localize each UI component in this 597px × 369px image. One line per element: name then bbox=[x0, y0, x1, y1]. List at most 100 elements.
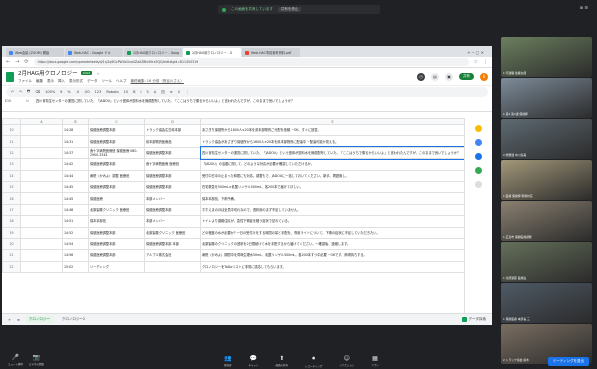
row-number[interactable]: 17 bbox=[2, 203, 21, 217]
cell[interactable] bbox=[20, 158, 63, 171]
cell-from[interactable]: リーディング bbox=[88, 260, 145, 274]
cell[interactable] bbox=[20, 249, 63, 262]
mute-button[interactable]: 🎤 ミュート解除 bbox=[8, 354, 23, 366]
row-number[interactable]: 10 bbox=[2, 123, 21, 137]
row-number[interactable]: 16 bbox=[2, 192, 21, 205]
back-icon[interactable]: ← bbox=[6, 59, 10, 65]
cell-content[interactable]: 病院（かみよ）期間中を同時生理水50mL、乳酸リンゲル500mL。各200本すつ… bbox=[200, 249, 464, 262]
cell-to[interactable]: アルプル株式会社 bbox=[144, 249, 201, 262]
meet-icon[interactable]: ▣ bbox=[445, 72, 453, 81]
address-bar[interactable]: https://docs.google.com/spreadsheets/d/1… bbox=[33, 58, 469, 66]
toolbar-button[interactable]: 田 bbox=[161, 90, 165, 95]
browser-tab[interactable]: Web-HAC事前参考資料.pdf bbox=[242, 48, 300, 57]
menu-item[interactable]: 挿入 bbox=[58, 79, 65, 84]
row-number[interactable]: 12 bbox=[2, 146, 21, 160]
cell-time[interactable]: 14:52 bbox=[62, 226, 89, 239]
cell-time[interactable]: 14:44 bbox=[62, 169, 89, 182]
cell-from[interactable]: 保健医療調整本部 bbox=[88, 123, 145, 137]
cell-content[interactable]: 「JADOU」の活動に関して、どのような対応が必要か確認していただけるか。 bbox=[200, 158, 464, 171]
cell-to[interactable]: 本部メンバー bbox=[144, 192, 201, 205]
cell-content[interactable]: 北原製薬のクリニックの透析を2日間続けて水を手配するから届けてください。～確認後… bbox=[200, 237, 464, 251]
cell[interactable] bbox=[20, 203, 63, 217]
toolbar-button[interactable]: I bbox=[141, 90, 142, 94]
cell-time[interactable]: 14:42 bbox=[62, 158, 89, 171]
cell[interactable] bbox=[20, 215, 63, 228]
cell-to[interactable]: トラック協会広島県本部 bbox=[144, 123, 201, 137]
all-sheets-icon[interactable]: ≡ bbox=[17, 318, 20, 322]
participant-tile[interactable]: 1 行政職 佐藤太郎 bbox=[501, 37, 592, 77]
cell-time[interactable]: 14:48 bbox=[62, 203, 89, 217]
forward-icon[interactable]: → bbox=[15, 59, 19, 65]
toolbar-button[interactable]: 🖶 bbox=[27, 89, 30, 95]
cell-time[interactable]: 14:37 bbox=[62, 146, 89, 160]
row-number[interactable]: 13 bbox=[2, 158, 21, 171]
cell-time[interactable]: 14:54 bbox=[62, 237, 89, 251]
cell-from[interactable]: 保健医療調整本部 bbox=[88, 135, 145, 148]
cell-time[interactable]: 14:56 bbox=[62, 249, 89, 262]
cell[interactable] bbox=[20, 260, 63, 274]
menu-item[interactable]: データ bbox=[87, 79, 98, 84]
cell-from[interactable]: 北原製薬クリニック 医療班 bbox=[88, 203, 145, 217]
cell-to[interactable]: 県本部物資医療品 bbox=[144, 135, 201, 148]
cell-from[interactable]: 保健医療調整本部 bbox=[88, 249, 145, 262]
cell[interactable] bbox=[20, 192, 63, 205]
toolbar-button[interactable]: ⋮ bbox=[186, 90, 190, 94]
cell-to[interactable]: 本部メンバー bbox=[144, 215, 201, 228]
cell[interactable] bbox=[20, 123, 63, 137]
cell-content[interactable]: あさぎり保健所から1600人×20本を県本部物資ご分配を依頼 ~OK、すぐに回答… bbox=[200, 123, 464, 137]
toolbar-button[interactable]: 10 bbox=[124, 90, 128, 94]
participant-tile[interactable]: 1 北原製薬 医療班 bbox=[501, 242, 592, 282]
toolbar-button[interactable]: ≡ bbox=[170, 90, 173, 94]
cell[interactable] bbox=[20, 169, 63, 182]
control-apps[interactable]: ▦ アプリ bbox=[371, 355, 379, 368]
cell-to[interactable]: 保健医療調整本部 bbox=[144, 169, 201, 182]
cell-to[interactable]: 食十字病院医療 医療班 bbox=[144, 158, 201, 171]
cell[interactable] bbox=[20, 226, 63, 239]
cell-content[interactable]: 在宅救急を500mL×乳酸リンゲル500mL、各200本で届けてほしい。 bbox=[200, 180, 464, 194]
tasks-icon[interactable] bbox=[475, 139, 482, 146]
toolbar-button[interactable]: 123 bbox=[95, 90, 102, 94]
participant-tile[interactable]: 1 広島市 保健医療調整 bbox=[501, 201, 592, 241]
cell-from[interactable]: 保健医療調整本部 bbox=[88, 158, 145, 171]
cell-time[interactable]: 14:31 bbox=[62, 135, 89, 148]
cell[interactable] bbox=[20, 180, 63, 194]
cell-content[interactable]: 保本本部長、下痢予備。 bbox=[200, 192, 464, 205]
menu-item[interactable]: ヘルプ bbox=[116, 79, 127, 84]
menu-item[interactable]: 編集 bbox=[36, 79, 43, 84]
cell-content[interactable]: トラック協会があさぎり保健所から1600人×20本を県本部物資に配達中 ~配達可… bbox=[200, 135, 464, 148]
share-button[interactable]: 共有 bbox=[459, 73, 474, 80]
formula-input[interactable]: 四川省衛生センターの運営に関していた、「JADOU」という団体が飲料水を無償配布… bbox=[36, 99, 492, 104]
toolbar-button[interactable]: % bbox=[67, 90, 70, 94]
star-icon[interactable]: ☆ bbox=[474, 59, 478, 65]
reload-icon[interactable]: ⟳ bbox=[24, 59, 28, 65]
cell-from[interactable]: 保本本部長 bbox=[88, 215, 145, 228]
participant-tile[interactable]: 1 医療 保健師 現場対応 bbox=[501, 160, 592, 200]
participant-tile[interactable]: 1 保健医療 本部長 三 bbox=[501, 283, 592, 323]
participant-tile[interactable]: 2 総務課 中川直美 bbox=[501, 119, 592, 159]
comment-icon[interactable]: ▤ bbox=[431, 72, 439, 81]
browser-tab[interactable]: Web-HAC - Google ドキ bbox=[65, 48, 123, 57]
cell-to[interactable]: 北原製薬クリニック 医療班 bbox=[144, 226, 201, 239]
row-number[interactable]: 18 bbox=[2, 215, 21, 228]
history-icon[interactable]: ◷ bbox=[417, 72, 425, 81]
keep-icon[interactable] bbox=[475, 125, 482, 132]
toolbar-button[interactable]: Roboto bbox=[106, 90, 118, 94]
maps-icon[interactable] bbox=[475, 167, 482, 174]
cell-content[interactable]: クロノロジーをToDoリストに非常に感応してもらいます。 bbox=[200, 260, 464, 274]
cell-reference[interactable]: E15 bbox=[2, 99, 26, 103]
menu-item[interactable]: ファイル bbox=[18, 79, 32, 84]
leave-meeting-button[interactable]: ミーティングを退出 bbox=[547, 357, 589, 366]
cell-to[interactable] bbox=[144, 260, 201, 274]
participant-tile[interactable]: 1 第4 第3課 保健師 bbox=[501, 78, 592, 118]
row-number[interactable]: 22 bbox=[2, 260, 21, 274]
row-number[interactable]: 20 bbox=[2, 237, 21, 251]
document-title[interactable]: 2月HAG用クロノロジー bbox=[18, 69, 78, 77]
cell-to[interactable]: 保健医療調整本部 bbox=[144, 180, 201, 194]
sheets-logo-icon[interactable] bbox=[6, 71, 14, 82]
cell-to[interactable]: 保健医療調整本部 本部 bbox=[144, 237, 201, 251]
cell-time[interactable]: 14:45 bbox=[62, 180, 89, 194]
row-number[interactable]: 14 bbox=[2, 169, 21, 182]
control-reactions[interactable]: ☺ リアクション bbox=[339, 355, 354, 368]
toolbar-button[interactable]: S bbox=[147, 90, 149, 94]
view-options-icon[interactable]: ⊞ ☰ bbox=[580, 5, 588, 10]
